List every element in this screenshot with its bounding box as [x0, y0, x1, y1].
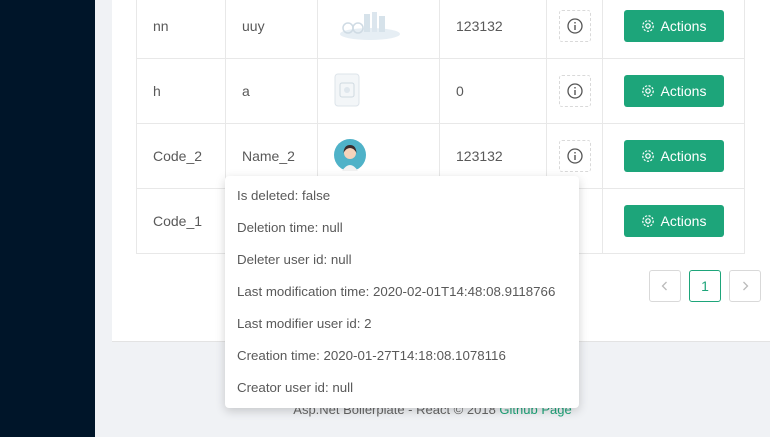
page-1-button[interactable]: 1 [689, 270, 721, 302]
chevron-right-icon [743, 281, 749, 291]
landscape-illustration-thumbnail [340, 11, 400, 40]
actions-button[interactable]: Actions [623, 10, 724, 42]
actions-label: Actions [660, 148, 707, 164]
actions-cell: Actions [602, 0, 745, 59]
code-cell: Code_1 [136, 188, 226, 254]
prev-page-button[interactable] [649, 270, 681, 302]
name-cell: uuy [225, 0, 318, 59]
gear-icon [641, 20, 654, 32]
gear-icon [641, 85, 654, 97]
image-cell [317, 0, 440, 59]
actions-button[interactable]: Actions [623, 75, 724, 107]
actions-cell: Actions [602, 123, 745, 189]
last-modifier-user-id-line: Last modifier user id: 2 [237, 316, 372, 331]
info-circle-icon [566, 18, 583, 34]
info-cell [546, 58, 603, 124]
pagination: 1 [649, 270, 761, 302]
actions-button[interactable]: Actions [623, 140, 724, 172]
table-row: h a 0 Actions [136, 58, 745, 124]
info-button[interactable] [558, 10, 591, 42]
audit-info-popover: Is deleted: false Deletion time: null De… [225, 176, 579, 408]
document-thumbnail [334, 73, 360, 106]
actions-button[interactable]: Actions [623, 205, 724, 237]
actions-label: Actions [660, 18, 707, 34]
info-circle-icon [566, 148, 583, 164]
actions-label: Actions [660, 83, 707, 99]
value-cell: 123132 [439, 0, 547, 59]
actions-cell: Actions [602, 188, 745, 254]
info-button[interactable] [558, 140, 591, 172]
code-cell: h [136, 58, 226, 124]
is-deleted-line: Is deleted: false [237, 188, 331, 203]
table-row: nn uuy 123132 Actions [136, 0, 745, 59]
code-cell: Code_2 [136, 123, 226, 189]
info-cell [546, 0, 603, 59]
code-cell: nn [136, 0, 226, 59]
gear-icon [641, 215, 654, 227]
avatar-woman [334, 138, 366, 171]
deleter-user-id-line: Deleter user id: null [237, 252, 352, 267]
creator-user-id-line: Creator user id: null [237, 380, 354, 395]
sidebar [0, 0, 95, 437]
next-page-button[interactable] [729, 270, 761, 302]
info-button[interactable] [558, 75, 591, 107]
image-cell [317, 58, 440, 124]
chevron-left-icon [661, 281, 667, 291]
actions-cell: Actions [602, 58, 745, 124]
last-modification-time-line: Last modification time: 2020-02-01T14:48… [237, 284, 556, 299]
deletion-time-line: Deletion time: null [237, 220, 343, 235]
actions-label: Actions [660, 213, 707, 229]
gear-icon [641, 150, 654, 162]
info-circle-icon [566, 83, 583, 99]
creation-time-line: Creation time: 2020-01-27T14:18:08.10781… [237, 348, 506, 363]
value-cell: 0 [439, 58, 547, 124]
name-cell: a [225, 58, 318, 124]
